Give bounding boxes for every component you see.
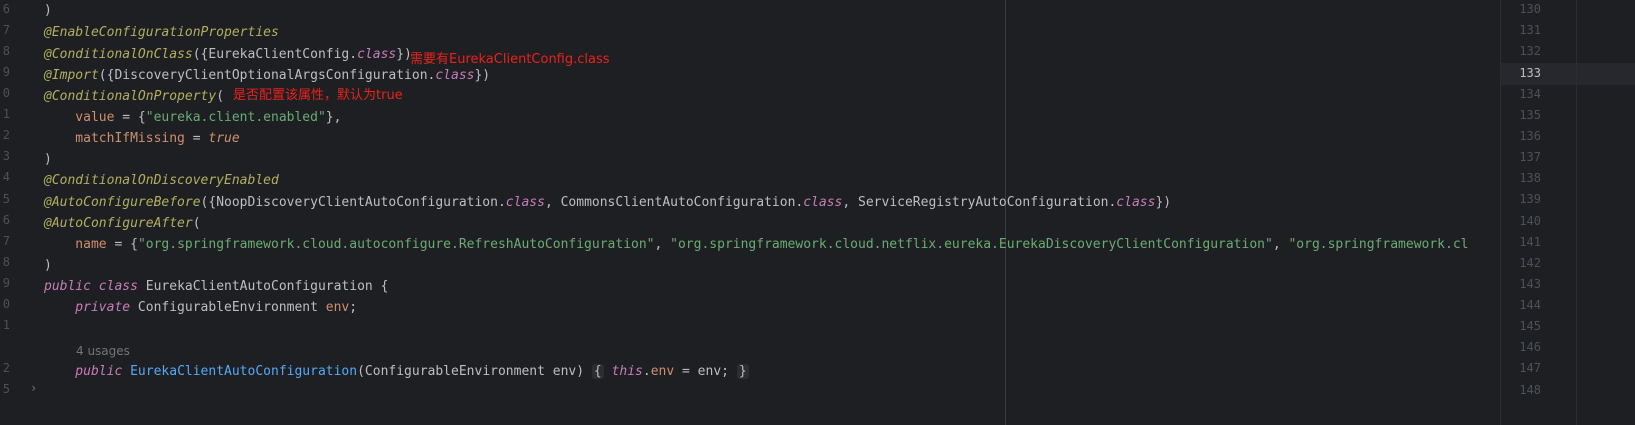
code-line: ) (44, 258, 52, 273)
line-number: 9 (2, 65, 10, 79)
code-line: matchIfMissing = true (44, 131, 240, 146)
code-line: @AutoConfigureAfter( (44, 216, 201, 231)
line-number: 6 (2, 2, 10, 16)
line-number-current: 133 (1519, 66, 1541, 80)
line-number: 146 (1519, 340, 1541, 354)
line-number: 139 (1519, 192, 1541, 206)
line-number: 5 (2, 382, 10, 396)
annotation-note: 需要有EurekaClientConfig.class (410, 52, 610, 67)
code-line: @ConditionalOnClass({EurekaClientConfig.… (44, 47, 412, 62)
line-number: 137 (1519, 150, 1541, 164)
line-number: 4 (2, 170, 10, 184)
folded-block-close[interactable]: } (736, 364, 749, 379)
code-line: @ConditionalOnDiscoveryEnabled (44, 173, 279, 188)
usages-hint[interactable]: 4 usages (76, 340, 130, 362)
code-line: public class EurekaClientAutoConfigurati… (44, 279, 389, 294)
line-number: 8 (2, 255, 10, 269)
line-number: 7 (2, 234, 10, 248)
code-line: @ConditionalOnProperty( (44, 89, 225, 104)
code-line: @AutoConfigureBefore({NoopDiscoveryClien… (44, 195, 1172, 210)
panel-divider (1576, 0, 1577, 425)
line-number: 5 (2, 192, 10, 206)
code-editor[interactable]: 6 7 8 9 0 1 2 3 4 5 6 7 8 9 0 1 2 5 › ) … (0, 0, 1500, 425)
line-number: 0 (2, 86, 10, 100)
code-line: ) (44, 152, 52, 167)
code-line: private ConfigurableEnvironment env; (44, 300, 358, 315)
line-number: 3 (2, 149, 10, 163)
line-number: 143 (1519, 277, 1541, 291)
code-area[interactable]: ) @EnableConfigurationProperties @Condit… (44, 0, 1500, 425)
line-number: 142 (1519, 256, 1541, 270)
line-number: 132 (1519, 44, 1541, 58)
line-number: 1 (2, 107, 10, 121)
line-number: 0 (2, 297, 10, 311)
folded-block-open[interactable]: { (591, 364, 604, 379)
line-number: 130 (1519, 2, 1541, 16)
code-line: value = {"eureka.client.enabled"}, (44, 110, 342, 125)
line-number: 136 (1519, 129, 1541, 143)
chevron-right-icon[interactable]: › (30, 381, 37, 395)
code-line: ) (44, 3, 52, 18)
line-number: 138 (1519, 171, 1541, 185)
annotation-note: 是否配置该属性，默认为true (233, 88, 403, 103)
line-number: 140 (1519, 214, 1541, 228)
line-number: 7 (2, 23, 10, 37)
line-number-gutter: 6 7 8 9 0 1 2 3 4 5 6 7 8 9 0 1 2 5 › (0, 0, 37, 425)
line-number: 2 (2, 361, 10, 375)
line-number: 145 (1519, 319, 1541, 333)
code-line: @EnableConfigurationProperties (44, 25, 279, 40)
line-number: 1 (2, 318, 10, 332)
line-number: 141 (1519, 235, 1541, 249)
line-number: 8 (2, 44, 10, 58)
line-number: 134 (1519, 87, 1541, 101)
line-number: 131 (1519, 23, 1541, 37)
line-number: 135 (1519, 108, 1541, 122)
line-number: 6 (2, 213, 10, 227)
line-number: 144 (1519, 298, 1541, 312)
code-line: public EurekaClientAutoConfiguration(Con… (44, 364, 749, 379)
line-number: 2 (2, 128, 10, 142)
code-line: name = {"org.springframework.cloud.autoc… (44, 237, 1469, 252)
line-number: 9 (2, 276, 10, 290)
line-number: 148 (1519, 383, 1541, 397)
secondary-gutter-panel: 130 131 132 133 134 135 136 137 138 139 … (1500, 0, 1635, 425)
line-number: 147 (1519, 361, 1541, 375)
